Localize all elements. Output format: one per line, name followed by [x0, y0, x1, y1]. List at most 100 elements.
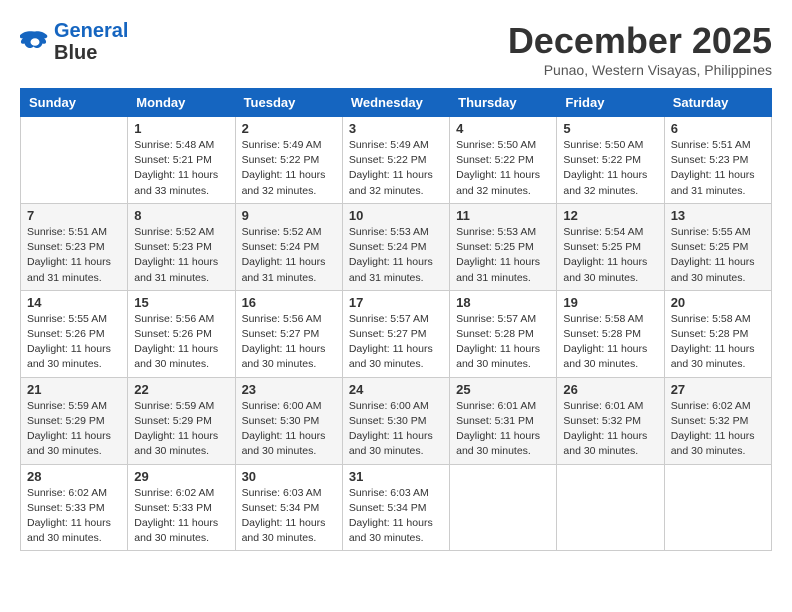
- calendar-cell: 4Sunrise: 5:50 AMSunset: 5:22 PMDaylight…: [450, 117, 557, 204]
- day-header-thursday: Thursday: [450, 89, 557, 117]
- day-info: Sunrise: 5:58 AMSunset: 5:28 PMDaylight:…: [671, 312, 765, 373]
- day-info: Sunrise: 5:55 AMSunset: 5:26 PMDaylight:…: [27, 312, 121, 373]
- calendar-week-row: 21 Sunrise: 5:59 AMSunset: 5:29 PMDayligh…: [21, 377, 772, 464]
- day-info: Sunrise: 5:51 AMSunset: 5:23 PMDaylight:…: [27, 225, 121, 286]
- calendar-cell: 28 Sunrise: 6:02 AMSunset: 5:33 PMDayligh…: [21, 464, 128, 551]
- day-number: 31: [349, 469, 443, 484]
- day-info: Sunrise: 6:02 AMSunset: 5:33 PMDaylight:…: [27, 486, 121, 547]
- calendar-cell: [557, 464, 664, 551]
- calendar-cell: 22 Sunrise: 5:59 AMSunset: 5:29 PMDayligh…: [128, 377, 235, 464]
- calendar-cell: 29 Sunrise: 6:02 AMSunset: 5:33 PMDayligh…: [128, 464, 235, 551]
- day-header-wednesday: Wednesday: [342, 89, 449, 117]
- calendar-cell: 16Sunrise: 5:56 AMSunset: 5:27 PMDayligh…: [235, 290, 342, 377]
- day-info: Sunrise: 5:59 AMSunset: 5:29 PMDaylight:…: [27, 399, 121, 460]
- calendar-header-row: SundayMondayTuesdayWednesdayThursdayFrid…: [21, 89, 772, 117]
- calendar-cell: 1 Sunrise: 5:48 AMSunset: 5:21 PMDaylight…: [128, 117, 235, 204]
- day-number: 27: [671, 382, 765, 397]
- day-number: 12: [563, 208, 657, 223]
- logo-text: General Blue: [54, 20, 128, 64]
- day-number: 8: [134, 208, 228, 223]
- day-info: Sunrise: 5:52 AMSunset: 5:24 PMDaylight:…: [242, 225, 336, 286]
- day-info: Sunrise: 5:50 AMSunset: 5:22 PMDaylight:…: [563, 138, 657, 199]
- day-info: Sunrise: 6:00 AMSunset: 5:30 PMDaylight:…: [242, 399, 336, 460]
- day-number: 15: [134, 295, 228, 310]
- calendar-cell: [21, 117, 128, 204]
- day-info: Sunrise: 6:00 AMSunset: 5:30 PMDaylight:…: [349, 399, 443, 460]
- day-header-monday: Monday: [128, 89, 235, 117]
- day-info: Sunrise: 5:49 AMSunset: 5:22 PMDaylight:…: [349, 138, 443, 199]
- calendar-cell: 14 Sunrise: 5:55 AMSunset: 5:26 PMDayligh…: [21, 290, 128, 377]
- day-number: 18: [456, 295, 550, 310]
- day-number: 29: [134, 469, 228, 484]
- calendar-cell: 7 Sunrise: 5:51 AMSunset: 5:23 PMDaylight…: [21, 203, 128, 290]
- day-number: 10: [349, 208, 443, 223]
- calendar-cell: 2 Sunrise: 5:49 AMSunset: 5:22 PMDaylight…: [235, 117, 342, 204]
- day-info: Sunrise: 6:01 AMSunset: 5:31 PMDaylight:…: [456, 399, 550, 460]
- day-header-tuesday: Tuesday: [235, 89, 342, 117]
- day-number: 23: [242, 382, 336, 397]
- day-number: 19: [563, 295, 657, 310]
- calendar-week-row: 28 Sunrise: 6:02 AMSunset: 5:33 PMDayligh…: [21, 464, 772, 551]
- calendar-cell: 23 Sunrise: 6:00 AMSunset: 5:30 PMDayligh…: [235, 377, 342, 464]
- day-number: 13: [671, 208, 765, 223]
- day-number: 26: [563, 382, 657, 397]
- day-number: 17: [349, 295, 443, 310]
- day-number: 11: [456, 208, 550, 223]
- logo-bird-icon: [20, 28, 50, 56]
- day-info: Sunrise: 6:03 AMSunset: 5:34 PMDaylight:…: [242, 486, 336, 547]
- day-number: 4: [456, 121, 550, 136]
- calendar-table: SundayMondayTuesdayWednesdayThursdayFrid…: [20, 88, 772, 551]
- day-number: 25: [456, 382, 550, 397]
- day-number: 1: [134, 121, 228, 136]
- day-info: Sunrise: 6:02 AMSunset: 5:32 PMDaylight:…: [671, 399, 765, 460]
- day-number: 9: [242, 208, 336, 223]
- day-info: Sunrise: 5:53 AMSunset: 5:25 PMDaylight:…: [456, 225, 550, 286]
- calendar-cell: 19 Sunrise: 5:58 AMSunset: 5:28 PMDayligh…: [557, 290, 664, 377]
- day-info: Sunrise: 5:49 AMSunset: 5:22 PMDaylight:…: [242, 138, 336, 199]
- day-info: Sunrise: 5:51 AMSunset: 5:23 PMDaylight:…: [671, 138, 765, 199]
- calendar-cell: 27 Sunrise: 6:02 AMSunset: 5:32 PMDayligh…: [664, 377, 771, 464]
- day-info: Sunrise: 5:59 AMSunset: 5:29 PMDaylight:…: [134, 399, 228, 460]
- day-number: 14: [27, 295, 121, 310]
- calendar-cell: 25 Sunrise: 6:01 AMSunset: 5:31 PMDayligh…: [450, 377, 557, 464]
- calendar-cell: 26Sunrise: 6:01 AMSunset: 5:32 PMDayligh…: [557, 377, 664, 464]
- day-info: Sunrise: 5:57 AMSunset: 5:28 PMDaylight:…: [456, 312, 550, 373]
- day-number: 5: [563, 121, 657, 136]
- calendar-cell: 31 Sunrise: 6:03 AMSunset: 5:34 PMDayligh…: [342, 464, 449, 551]
- day-number: 20: [671, 295, 765, 310]
- calendar-cell: 11 Sunrise: 5:53 AMSunset: 5:25 PMDayligh…: [450, 203, 557, 290]
- day-number: 22: [134, 382, 228, 397]
- day-info: Sunrise: 5:55 AMSunset: 5:25 PMDaylight:…: [671, 225, 765, 286]
- day-number: 2: [242, 121, 336, 136]
- day-number: 21: [27, 382, 121, 397]
- day-info: Sunrise: 6:03 AMSunset: 5:34 PMDaylight:…: [349, 486, 443, 547]
- calendar-cell: 17 Sunrise: 5:57 AMSunset: 5:27 PMDayligh…: [342, 290, 449, 377]
- day-header-friday: Friday: [557, 89, 664, 117]
- calendar-cell: 10Sunrise: 5:53 AMSunset: 5:24 PMDayligh…: [342, 203, 449, 290]
- day-number: 30: [242, 469, 336, 484]
- month-title: December 2025: [508, 20, 772, 62]
- calendar-week-row: 1 Sunrise: 5:48 AMSunset: 5:21 PMDaylight…: [21, 117, 772, 204]
- day-info: Sunrise: 5:57 AMSunset: 5:27 PMDaylight:…: [349, 312, 443, 373]
- calendar-cell: 18 Sunrise: 5:57 AMSunset: 5:28 PMDayligh…: [450, 290, 557, 377]
- day-info: Sunrise: 5:56 AMSunset: 5:27 PMDaylight:…: [242, 312, 336, 373]
- day-info: Sunrise: 5:52 AMSunset: 5:23 PMDaylight:…: [134, 225, 228, 286]
- calendar-cell: 13 Sunrise: 5:55 AMSunset: 5:25 PMDayligh…: [664, 203, 771, 290]
- calendar-cell: 24 Sunrise: 6:00 AMSunset: 5:30 PMDayligh…: [342, 377, 449, 464]
- day-info: Sunrise: 5:54 AMSunset: 5:25 PMDaylight:…: [563, 225, 657, 286]
- day-number: 7: [27, 208, 121, 223]
- calendar-week-row: 14 Sunrise: 5:55 AMSunset: 5:26 PMDayligh…: [21, 290, 772, 377]
- calendar-cell: 5 Sunrise: 5:50 AMSunset: 5:22 PMDaylight…: [557, 117, 664, 204]
- day-info: Sunrise: 5:58 AMSunset: 5:28 PMDaylight:…: [563, 312, 657, 373]
- page-header: General Blue December 2025 Punao, Wester…: [20, 20, 772, 78]
- calendar-cell: [450, 464, 557, 551]
- day-info: Sunrise: 5:48 AMSunset: 5:21 PMDaylight:…: [134, 138, 228, 199]
- calendar-cell: 20 Sunrise: 5:58 AMSunset: 5:28 PMDayligh…: [664, 290, 771, 377]
- day-number: 6: [671, 121, 765, 136]
- day-info: Sunrise: 6:02 AMSunset: 5:33 PMDaylight:…: [134, 486, 228, 547]
- calendar-cell: 21 Sunrise: 5:59 AMSunset: 5:29 PMDayligh…: [21, 377, 128, 464]
- day-number: 24: [349, 382, 443, 397]
- calendar-cell: [664, 464, 771, 551]
- day-number: 28: [27, 469, 121, 484]
- calendar-cell: 3Sunrise: 5:49 AMSunset: 5:22 PMDaylight…: [342, 117, 449, 204]
